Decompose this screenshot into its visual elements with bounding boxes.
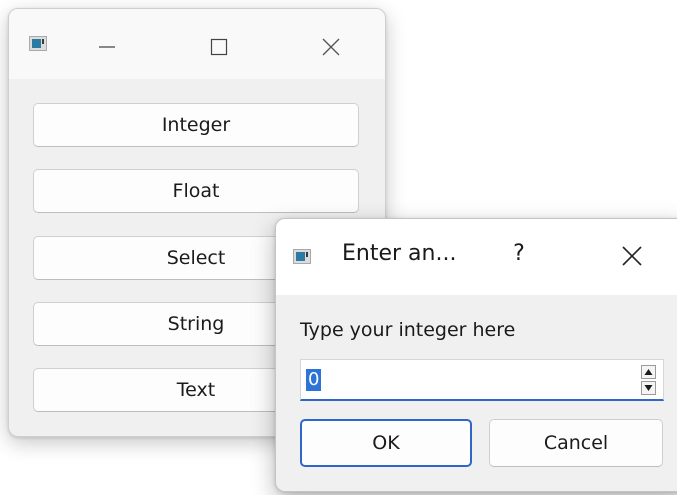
triangle-up-icon: [644, 369, 653, 375]
prompt-label: Type your integer here: [300, 319, 516, 341]
cancel-button[interactable]: Cancel: [489, 419, 663, 467]
app-window-icon: [29, 36, 47, 51]
dialog-titlebar[interactable]: Enter an... ?: [276, 219, 677, 295]
ok-button[interactable]: OK: [300, 419, 472, 467]
float-button[interactable]: Float: [33, 169, 359, 213]
dialog-title: Enter an...: [342, 241, 457, 266]
close-icon[interactable]: [318, 34, 344, 60]
integer-input-dialog: Enter an... ? Type your integer here 0 O…: [275, 218, 677, 492]
dialog-close-icon[interactable]: [618, 242, 646, 270]
dialog-app-icon: [293, 249, 311, 264]
triangle-down-icon: [644, 385, 653, 391]
help-button[interactable]: ?: [504, 239, 534, 269]
integer-button[interactable]: Integer: [33, 103, 359, 147]
minimize-icon[interactable]: [95, 35, 119, 59]
spin-up-button[interactable]: [641, 365, 656, 379]
main-window-titlebar[interactable]: [9, 9, 385, 79]
spin-down-button[interactable]: [641, 381, 656, 395]
maximize-icon[interactable]: [207, 35, 231, 59]
spinbox-buttons: [641, 365, 656, 395]
spinbox-value[interactable]: 0: [306, 369, 322, 391]
integer-spinbox[interactable]: 0: [300, 359, 664, 401]
